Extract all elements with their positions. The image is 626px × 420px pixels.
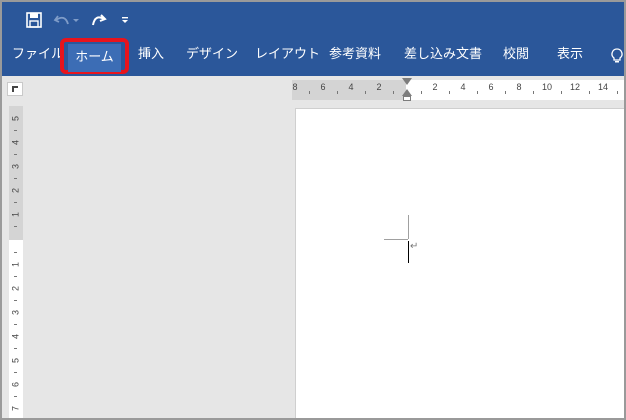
ruler-tick bbox=[505, 91, 506, 94]
ruler-tick bbox=[14, 178, 17, 179]
ruler-tick bbox=[14, 300, 17, 301]
ruler-tick bbox=[14, 202, 17, 203]
ruler-tick bbox=[14, 348, 17, 349]
ruler-label: 6 bbox=[488, 82, 494, 92]
ruler-label: 2 bbox=[10, 286, 21, 292]
ruler-label: 1 bbox=[10, 262, 21, 268]
tab-insert[interactable]: 挿入 bbox=[136, 38, 166, 76]
customize-qat-icon[interactable] bbox=[118, 8, 132, 32]
ruler-label: 7 bbox=[10, 406, 21, 412]
text-cursor bbox=[408, 241, 409, 263]
ruler-tick bbox=[337, 91, 338, 94]
ruler-tick bbox=[14, 130, 17, 131]
margin-crop-mark bbox=[408, 215, 409, 239]
left-indent-marker[interactable] bbox=[403, 96, 411, 101]
ruler-margin-area bbox=[9, 106, 23, 240]
ruler-label: 5 bbox=[10, 116, 21, 122]
ruler-tick bbox=[14, 154, 17, 155]
ruler-tick bbox=[14, 276, 17, 277]
save-icon[interactable] bbox=[22, 8, 46, 32]
ruler-tick bbox=[14, 324, 17, 325]
ruler-label: 8 bbox=[292, 82, 298, 92]
ruler-label: 4 bbox=[10, 334, 21, 340]
ruler-tick bbox=[14, 252, 17, 253]
ruler-label: 1 bbox=[10, 212, 21, 218]
ruler-label: 14 bbox=[597, 82, 609, 92]
ruler-tick bbox=[14, 226, 17, 227]
ruler-tick bbox=[14, 372, 17, 373]
ruler-tick bbox=[14, 396, 17, 397]
vertical-ruler[interactable]: 5 4 3 2 1 1 2 3 4 5 6 7 8 bbox=[9, 106, 23, 418]
ruler-label: 6 bbox=[320, 82, 326, 92]
tab-layout[interactable]: レイアウト bbox=[255, 38, 320, 76]
ruler-tick bbox=[309, 91, 310, 94]
tab-selector[interactable] bbox=[7, 82, 23, 96]
ruler-label: 2 bbox=[376, 82, 382, 92]
margin-crop-mark bbox=[384, 239, 408, 240]
hanging-indent-marker[interactable] bbox=[402, 89, 412, 96]
ruler-label: 5 bbox=[10, 358, 21, 364]
tab-references[interactable]: 参考資料 bbox=[329, 38, 381, 76]
ruler-label: 6 bbox=[10, 382, 21, 388]
paragraph-mark: ↵ bbox=[410, 241, 419, 252]
redo-icon[interactable] bbox=[86, 8, 110, 32]
word-window: ファイル ホーム 挿入 デザイン レイアウト 参考資料 差し込み文書 校閲 表示… bbox=[0, 0, 626, 420]
document-page[interactable]: ↵ bbox=[295, 108, 624, 418]
ruler-tick bbox=[477, 91, 478, 94]
ribbon-tabs: ファイル ホーム 挿入 デザイン レイアウト 参考資料 差し込み文書 校閲 表示 bbox=[2, 38, 624, 76]
ruler-tick bbox=[421, 91, 422, 94]
ruler-label: 10 bbox=[541, 82, 553, 92]
tab-home[interactable]: ホーム bbox=[68, 44, 121, 72]
ruler-tick bbox=[561, 91, 562, 94]
horizontal-ruler[interactable]: 8 6 4 2 2 4 6 8 10 12 14 bbox=[292, 78, 624, 101]
lightbulb-icon[interactable] bbox=[608, 38, 624, 76]
ruler-label: 2 bbox=[432, 82, 438, 92]
ruler-label: 8 bbox=[516, 82, 522, 92]
ruler-tick bbox=[365, 91, 366, 94]
tab-file[interactable]: ファイル bbox=[12, 38, 64, 76]
quick-access-toolbar bbox=[2, 2, 624, 38]
ruler-label: 3 bbox=[10, 164, 21, 170]
ruler-label: 4 bbox=[460, 82, 466, 92]
tab-view[interactable]: 表示 bbox=[555, 38, 585, 76]
ruler-label: 2 bbox=[10, 188, 21, 194]
tab-design[interactable]: デザイン bbox=[186, 38, 238, 76]
ruler-label: 12 bbox=[569, 82, 581, 92]
ruler-label: 3 bbox=[10, 310, 21, 316]
left-tab-icon bbox=[12, 86, 18, 92]
ruler-label: 4 bbox=[10, 140, 21, 146]
home-tab-highlight: ホーム bbox=[60, 38, 129, 74]
undo-icon[interactable] bbox=[52, 8, 82, 32]
ruler-tick bbox=[449, 91, 450, 94]
ruler-label: 4 bbox=[348, 82, 354, 92]
ruler-tick bbox=[393, 91, 394, 94]
ruler-tick bbox=[533, 91, 534, 94]
ruler-tick bbox=[589, 91, 590, 94]
ruler-tick bbox=[617, 91, 618, 94]
tab-mailings[interactable]: 差し込み文書 bbox=[404, 38, 482, 76]
first-line-indent-marker[interactable] bbox=[402, 78, 412, 85]
tab-review[interactable]: 校閲 bbox=[501, 38, 531, 76]
